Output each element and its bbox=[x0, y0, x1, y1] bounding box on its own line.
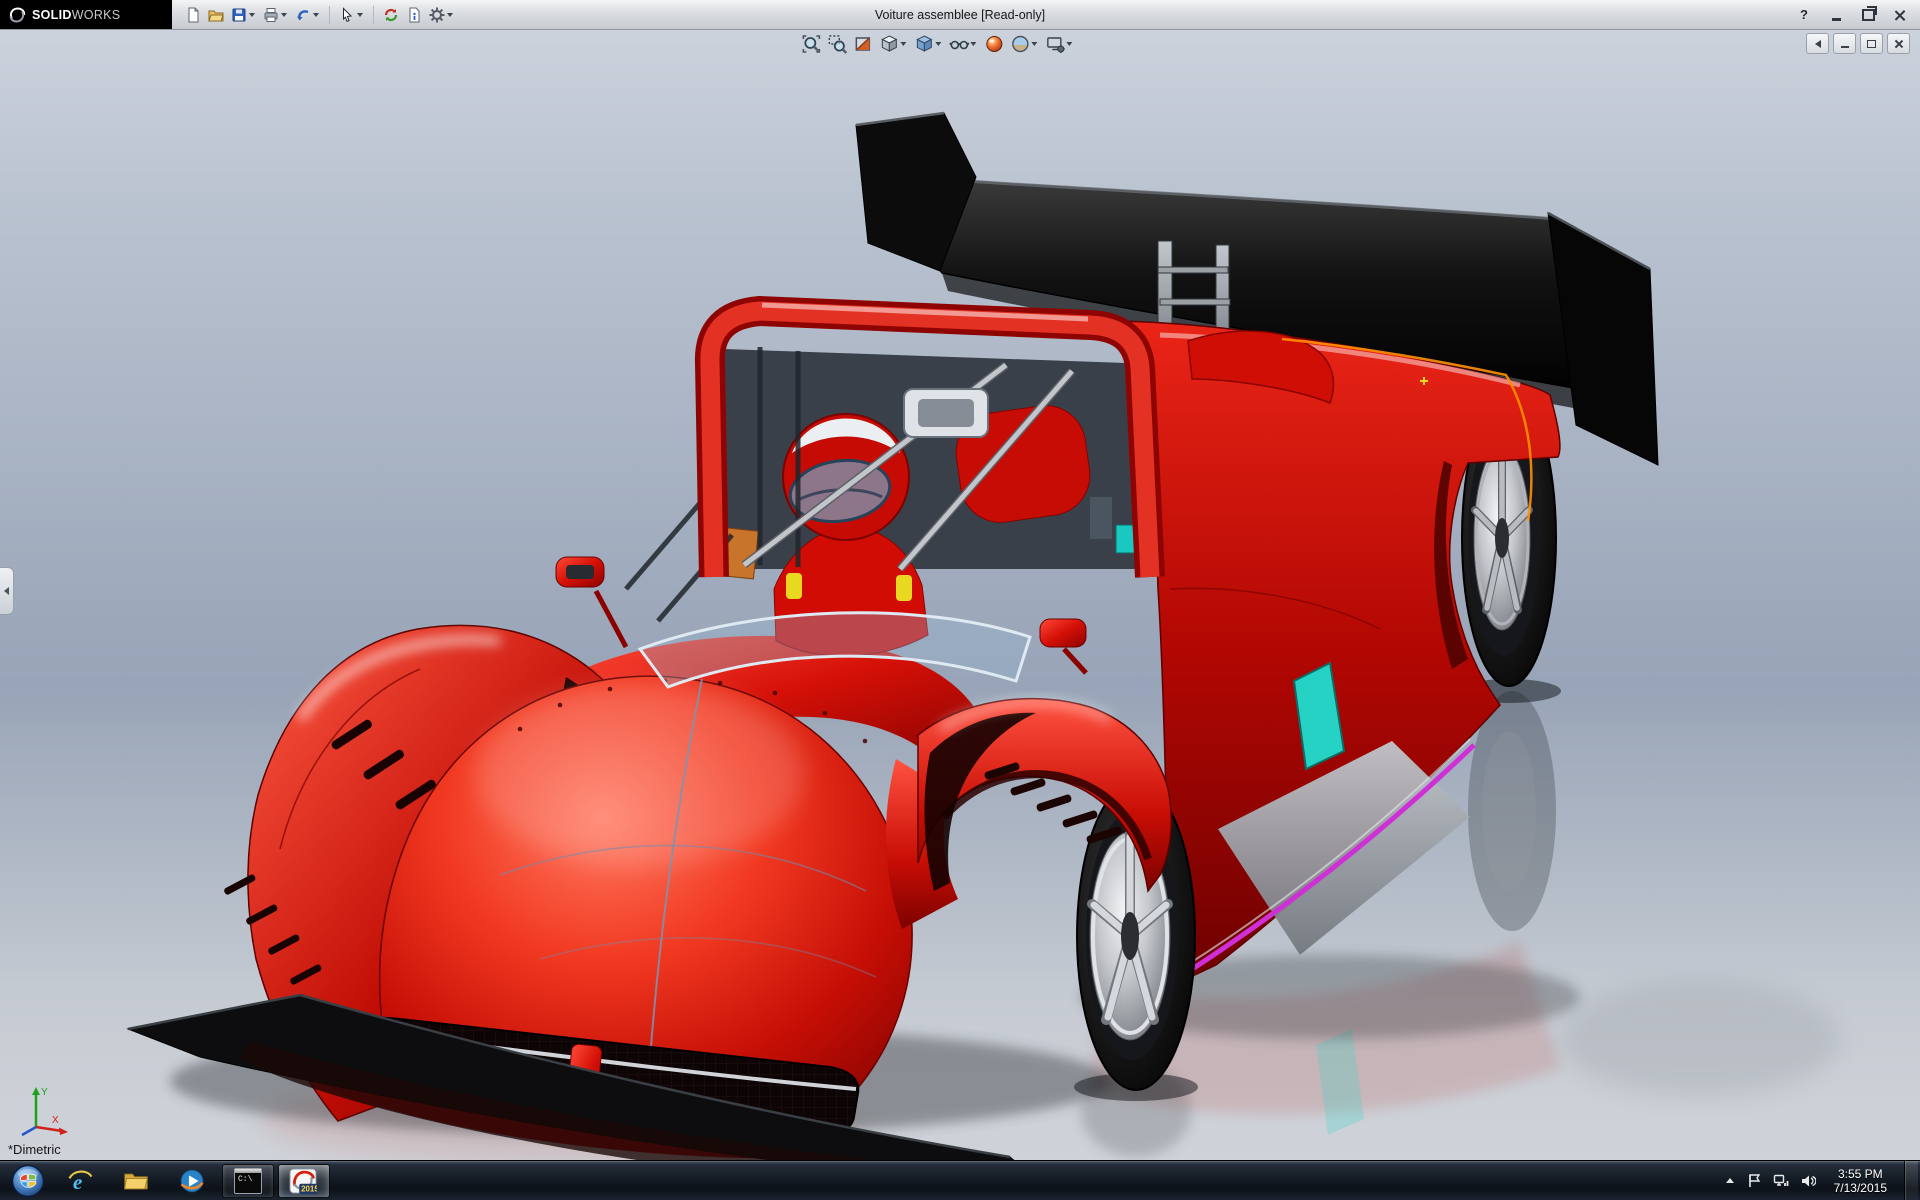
taskbar-media-player[interactable] bbox=[166, 1164, 218, 1198]
taskbar-command-prompt[interactable]: C:\ bbox=[222, 1164, 274, 1198]
dropdown-chevron-icon[interactable] bbox=[900, 42, 906, 46]
hidden-icons-button[interactable] bbox=[1726, 1178, 1734, 1183]
command-prompt-icon: C:\ bbox=[234, 1168, 262, 1194]
left-arrow-icon bbox=[1815, 40, 1821, 48]
edit-appearance-icon[interactable] bbox=[982, 33, 1006, 55]
hide-show-items-icon[interactable] bbox=[947, 33, 980, 55]
section-view-icon[interactable] bbox=[851, 33, 875, 55]
dropdown-chevron-icon[interactable] bbox=[1066, 42, 1072, 46]
triad-x-label: X bbox=[52, 1115, 59, 1126]
media-player-icon bbox=[178, 1167, 206, 1195]
internet-explorer-icon: e bbox=[66, 1167, 94, 1195]
select-icon[interactable] bbox=[336, 3, 367, 27]
display-style-icon[interactable] bbox=[912, 33, 945, 55]
reference-triad: X Y bbox=[16, 1081, 72, 1137]
zoom-to-area-icon[interactable] bbox=[825, 33, 849, 55]
window-controls: ? bbox=[1796, 7, 1920, 23]
brand-text: SOLIDWORKS bbox=[32, 6, 120, 24]
featuremanager-collapse-tab[interactable] bbox=[0, 567, 14, 615]
toolbar-separator bbox=[329, 6, 330, 24]
action-center-icon[interactable] bbox=[1745, 1172, 1763, 1190]
headsup-view-toolbar bbox=[799, 33, 1076, 55]
graphics-area[interactable]: X Y *Dimetric bbox=[0, 29, 1920, 1161]
restore-button[interactable] bbox=[1860, 7, 1876, 23]
minimize-icon bbox=[1841, 46, 1849, 49]
close-icon bbox=[1894, 9, 1906, 21]
taskbar: e C:\ bbox=[0, 1160, 1920, 1200]
dropdown-chevron-icon[interactable] bbox=[447, 13, 453, 17]
harness-strap bbox=[786, 573, 802, 599]
dropdown-chevron-icon[interactable] bbox=[357, 13, 363, 17]
doc-minimize-button[interactable] bbox=[1833, 33, 1856, 54]
side-mirror-right[interactable] bbox=[1040, 619, 1086, 673]
undo-icon[interactable] bbox=[292, 3, 323, 27]
side-mirror-left[interactable] bbox=[556, 557, 626, 647]
solidworks-icon: 2015 bbox=[289, 1167, 319, 1195]
race-car-model[interactable] bbox=[0, 29, 1920, 1161]
taskbar-solidworks[interactable]: 2015 bbox=[278, 1164, 330, 1198]
dropdown-chevron-icon[interactable] bbox=[1031, 42, 1037, 46]
toolbar-separator bbox=[373, 6, 374, 24]
options-icon[interactable] bbox=[426, 3, 457, 27]
close-icon bbox=[1894, 39, 1903, 48]
restore-icon bbox=[1862, 9, 1875, 21]
dropdown-chevron-icon[interactable] bbox=[281, 13, 287, 17]
standard-toolbar bbox=[182, 3, 457, 27]
dropdown-chevron-icon[interactable] bbox=[249, 13, 255, 17]
save-icon[interactable] bbox=[228, 3, 259, 27]
left-arrow-icon bbox=[4, 587, 9, 595]
collapse-button[interactable] bbox=[1806, 33, 1829, 54]
network-icon[interactable] bbox=[1772, 1172, 1790, 1190]
taskbar-internet-explorer[interactable]: e bbox=[54, 1164, 106, 1198]
view-settings-icon[interactable] bbox=[1043, 33, 1076, 55]
zoom-to-fit-icon[interactable] bbox=[799, 33, 823, 55]
windows-start-icon bbox=[11, 1164, 45, 1198]
view-orientation-icon[interactable] bbox=[877, 33, 910, 55]
open-icon[interactable] bbox=[205, 3, 227, 27]
minimize-button[interactable] bbox=[1828, 7, 1844, 23]
document-window-controls bbox=[1806, 33, 1910, 54]
doc-close-button[interactable] bbox=[1887, 33, 1910, 54]
harness-strap bbox=[896, 575, 912, 601]
new-document-icon[interactable] bbox=[182, 3, 204, 27]
orientation-label: *Dimetric bbox=[8, 1142, 61, 1157]
restore-icon bbox=[1867, 40, 1876, 48]
taskbar-items: e C:\ bbox=[54, 1161, 330, 1200]
start-button[interactable] bbox=[10, 1163, 46, 1199]
dropdown-chevron-icon[interactable] bbox=[313, 13, 319, 17]
minimize-icon bbox=[1832, 18, 1841, 21]
tray-clock[interactable]: 3:55 PM 7/13/2015 bbox=[1826, 1167, 1895, 1195]
print-icon[interactable] bbox=[260, 3, 291, 27]
solidworks-logo: SOLIDWORKS bbox=[0, 0, 172, 29]
titlebar: SOLIDWORKS Voiture assemblee [Read-only]… bbox=[0, 0, 1920, 30]
svg-text:2015: 2015 bbox=[301, 1185, 317, 1194]
file-properties-icon[interactable] bbox=[403, 3, 425, 27]
dropdown-chevron-icon[interactable] bbox=[970, 42, 976, 46]
folder-icon bbox=[122, 1167, 150, 1195]
taskbar-windows-explorer[interactable] bbox=[110, 1164, 162, 1198]
apply-scene-icon[interactable] bbox=[1008, 33, 1041, 55]
rebuild-icon[interactable] bbox=[380, 3, 402, 27]
doc-restore-button[interactable] bbox=[1860, 33, 1883, 54]
triad-y-label: Y bbox=[41, 1087, 48, 1098]
dropdown-chevron-icon[interactable] bbox=[935, 42, 941, 46]
system-tray: 3:55 PM 7/13/2015 bbox=[1726, 1161, 1920, 1200]
volume-icon[interactable] bbox=[1799, 1172, 1817, 1190]
solidworks-window: SOLIDWORKS Voiture assemblee [Read-only]… bbox=[0, 0, 1920, 1200]
close-button[interactable] bbox=[1892, 7, 1908, 23]
clock-time: 3:55 PM bbox=[1834, 1167, 1887, 1181]
show-desktop-button[interactable] bbox=[1904, 1161, 1918, 1200]
help-button[interactable]: ? bbox=[1796, 7, 1812, 23]
dassault-3ds-icon bbox=[8, 6, 26, 24]
clock-date: 7/13/2015 bbox=[1834, 1181, 1887, 1195]
